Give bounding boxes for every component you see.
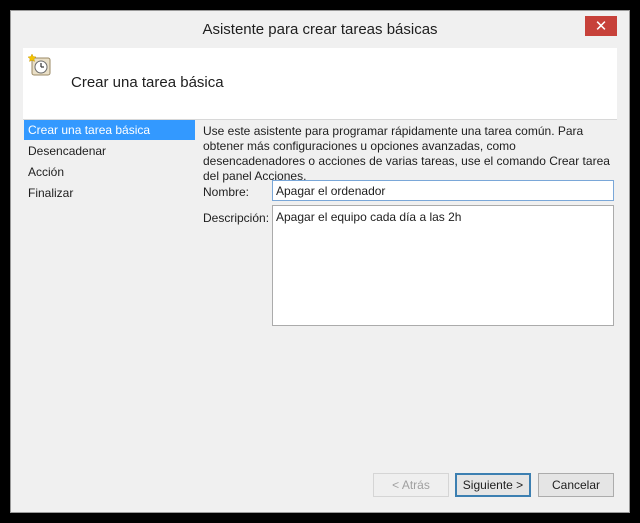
task-scheduler-icon: [28, 53, 51, 76]
back-button[interactable]: < Atrás: [373, 473, 449, 497]
close-icon: ✕: [594, 16, 608, 35]
step-list: Crear una tarea básica Desencadenar Acci…: [24, 120, 195, 204]
wizard-content: Crear una tarea básica Desencadenar Acci…: [23, 120, 617, 470]
button-bar: < Atrás Siguiente > Cancelar: [11, 470, 629, 512]
close-button[interactable]: ✕: [585, 16, 617, 36]
page-title: Crear una tarea básica: [71, 74, 224, 91]
title-bar[interactable]: Asistente para crear tareas básicas ✕: [11, 11, 629, 48]
cancel-button[interactable]: Cancelar: [538, 473, 614, 497]
window-title: Asistente para crear tareas básicas: [202, 21, 438, 38]
step-item-finish[interactable]: Finalizar: [24, 183, 195, 203]
wizard-window: Asistente para crear tareas básicas ✕ Cr…: [10, 10, 630, 513]
task-form: Use este asistente para programar rápida…: [203, 124, 615, 326]
name-label: Nombre:: [203, 185, 250, 199]
step-item-action[interactable]: Acción: [24, 162, 195, 182]
step-item-trigger[interactable]: Desencadenar: [24, 141, 195, 161]
description-input[interactable]: Apagar el equipo cada día a las 2h: [272, 205, 614, 326]
intro-text: Use este asistente para programar rápida…: [203, 124, 610, 183]
next-button[interactable]: Siguiente >: [455, 473, 531, 497]
step-item-create-basic-task[interactable]: Crear una tarea básica: [24, 120, 195, 140]
wizard-header: Crear una tarea básica: [23, 48, 617, 120]
description-label: Descripción:: [203, 211, 270, 225]
name-input[interactable]: [272, 180, 614, 201]
